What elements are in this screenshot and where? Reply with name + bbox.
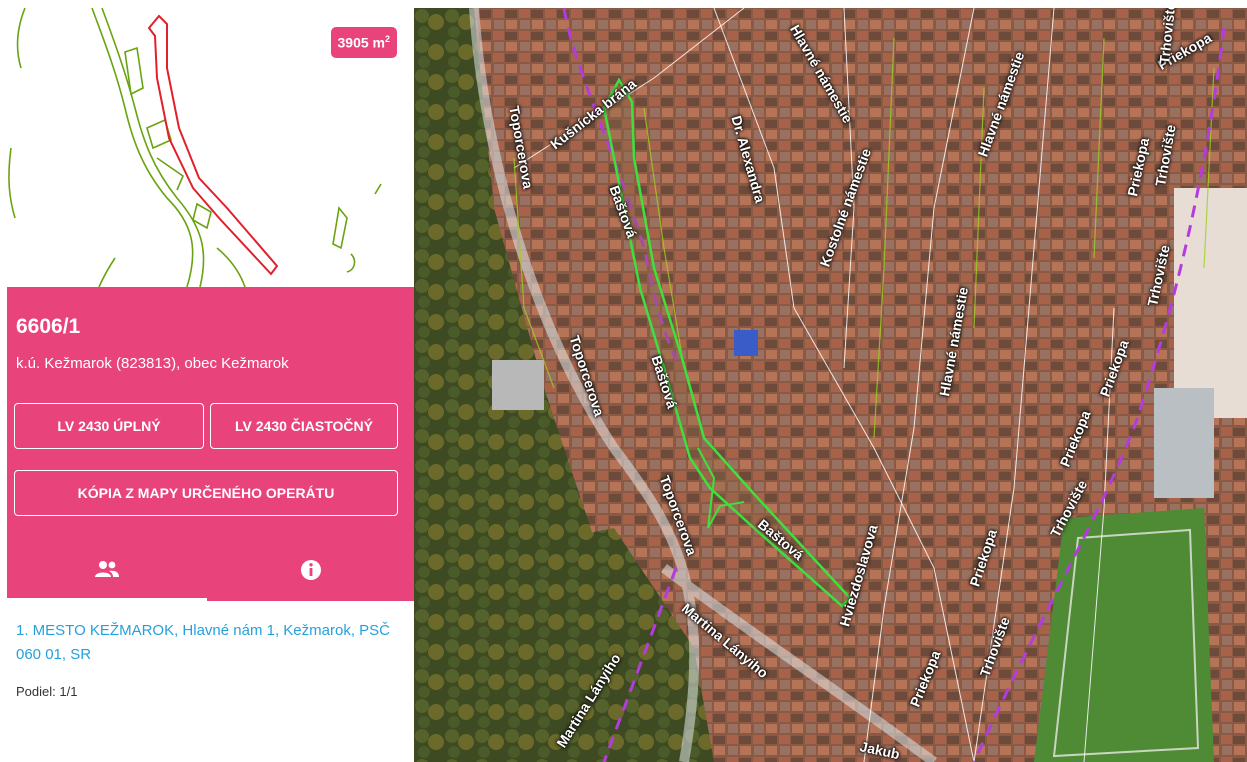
people-icon [95,560,119,577]
parcel-preview-map: 3905 m2 [7,8,414,288]
owner-entry[interactable]: 1. MESTO KEŽMAROK, Hlavné nám 1, Kežmaro… [16,619,406,667]
map-copy-button[interactable]: KÓPIA Z MAPY URČENÉHO OPERÁTU [14,470,398,516]
cadastral-area-text: k.ú. Kežmarok (823813), obec Kežmarok [16,355,289,372]
lv-full-button[interactable]: LV 2430 ÚPLNÝ [14,403,204,449]
owner-share: Podiel: 1/1 [16,684,78,699]
parcel-info-card: 6606/1 k.ú. Kežmarok (823813), obec Kežm… [7,287,414,601]
parcel-panel: 3905 m2 6606/1 k.ú. Kežmarok (823813), o… [7,8,414,762]
tab-owners[interactable] [7,539,207,601]
parcel-area-badge: 3905 m2 [330,27,397,58]
aerial-imagery [414,8,1247,762]
owner-text[interactable]: 1. MESTO KEŽMAROK, Hlavné nám 1, Kežmaro… [16,622,390,663]
parcel-number: 6606/1 [16,315,81,338]
tab-info[interactable] [207,539,414,601]
info-icon [300,560,321,580]
map-canvas[interactable]: Toporcerova Toporcerova Toporcerova Kušn… [414,8,1247,762]
lv-partial-button[interactable]: LV 2430 ČIASTOČNÝ [210,403,398,449]
